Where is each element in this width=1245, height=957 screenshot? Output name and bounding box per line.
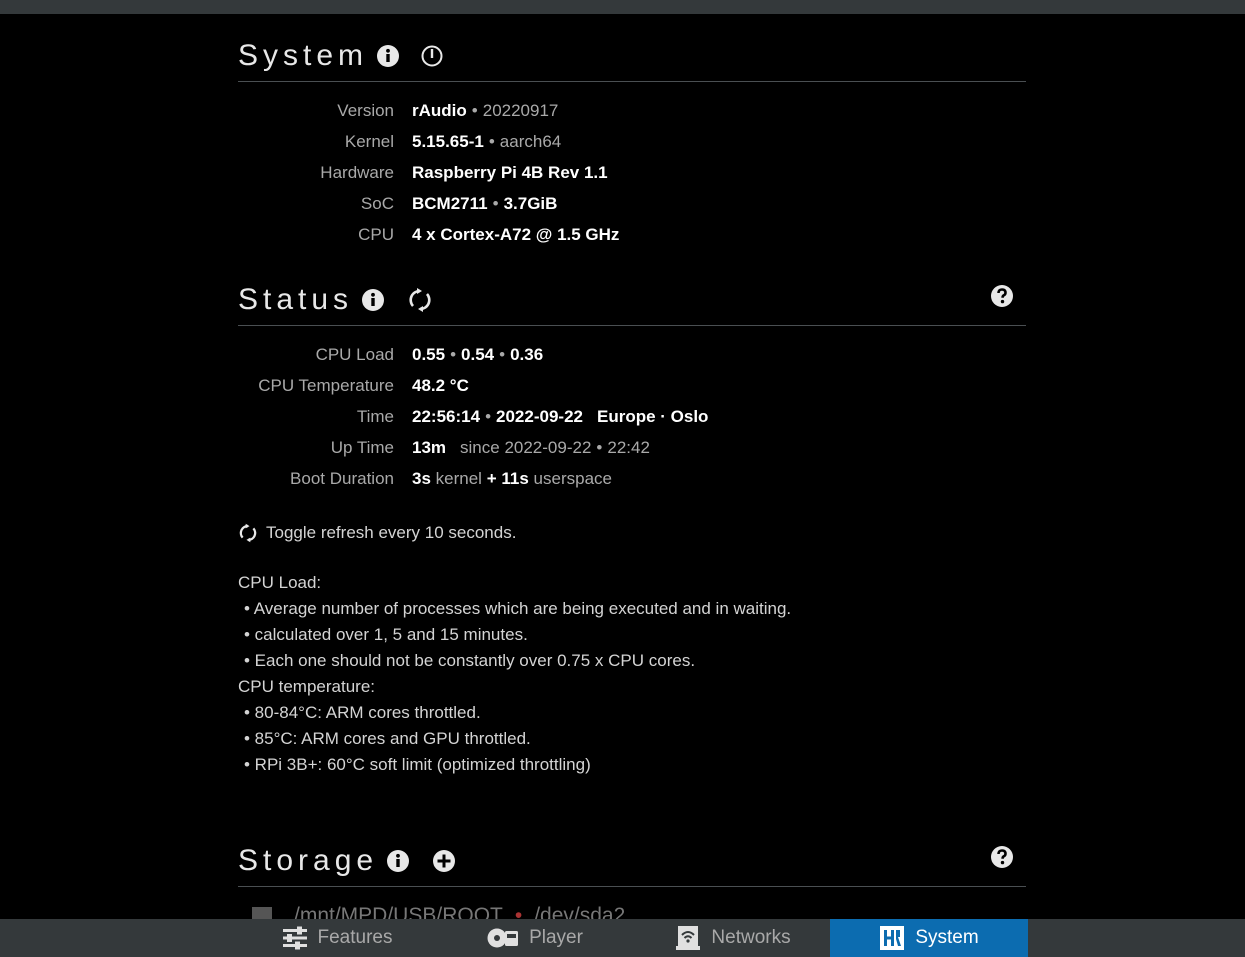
load-5m: 0.54: [461, 344, 495, 364]
boot-user-text: userspace: [533, 468, 612, 488]
cpu-value: 4 x Cortex-A72 @ 1.5 GHz: [412, 224, 620, 244]
uptime-row: Up Time 13m since 2022-09-22 • 22:42: [238, 432, 1026, 463]
help-item: • Average number of processes which are …: [244, 599, 792, 618]
uptime-label: Up Time: [330, 437, 394, 457]
power-icon[interactable]: [420, 44, 444, 68]
boot-row: Boot Duration 3s kernel + 11s userspace: [238, 463, 1026, 494]
version-number: 20220917: [482, 100, 559, 120]
sliders-icon: [282, 926, 307, 950]
uptime-since-time: 22:42: [607, 437, 650, 457]
uptime-value: 13m: [412, 437, 447, 457]
network-icon: [676, 926, 701, 950]
time-date: 2022-09-22: [496, 406, 583, 426]
help-item: • RPi 3B+: 60°C soft limit (optimized th…: [244, 755, 591, 774]
tab-features-label: Features: [317, 927, 393, 948]
time-clock: 22:56:14: [412, 406, 481, 426]
time-label: Time: [356, 406, 394, 426]
cpu-load-row: CPU Load 0.55 • 0.54 • 0.36: [238, 339, 1026, 370]
load-15m: 0.36: [510, 344, 544, 364]
boot-plus: +: [486, 468, 497, 488]
help-item: • 80-84°C: ARM cores throttled.: [244, 703, 481, 722]
hardware-value: Raspberry Pi 4B Rev 1.1: [412, 162, 608, 182]
soc-memory: 3.7GiB: [503, 193, 558, 213]
tab-networks-label: Networks: [711, 927, 791, 948]
info-icon[interactable]: [376, 44, 400, 68]
time-row: Time 22:56:14 • 2022-09-22 Europe · Oslo: [238, 401, 1026, 432]
kernel-version: 5.15.65-1: [412, 131, 484, 151]
status-title: Status: [238, 282, 354, 316]
version-label: Version: [337, 100, 394, 120]
system-title: System: [238, 38, 369, 72]
help-heading-cpu-load: CPU Load:: [238, 573, 322, 592]
cpu-temp-label: CPU Temperature: [258, 375, 394, 395]
hardware-row: Hardware Raspberry Pi 4B Rev 1.1: [238, 157, 1026, 188]
info-icon[interactable]: [386, 849, 410, 873]
refresh-icon: [238, 523, 258, 543]
info-icon[interactable]: [361, 288, 385, 312]
load-1m: 0.55: [412, 344, 446, 364]
tab-features[interactable]: Features: [238, 919, 436, 957]
player-icon: [487, 928, 519, 948]
refresh-icon[interactable]: [407, 287, 433, 313]
tab-networks[interactable]: Networks: [634, 919, 832, 957]
boot-kernel-value: 3s: [412, 468, 431, 488]
settings-content: System Version rAudio • 20220917 Kernel 5.…: [238, 30, 1026, 887]
kernel-row: Kernel 5.15.65-1 • aarch64: [238, 126, 1026, 157]
soc-row: SoC BCM2711 • 3.7GiB: [238, 188, 1026, 219]
boot-user-value: 11s: [501, 468, 529, 488]
system-info-list: Version rAudio • 20220917 Kernel 5.15.65-1…: [238, 95, 1026, 250]
help-heading-cpu-temp: CPU temperature:: [238, 677, 375, 696]
cpu-label: CPU: [358, 224, 394, 244]
tab-system-label: System: [915, 927, 979, 948]
cpu-load-label: CPU Load: [315, 344, 394, 364]
storage-header: Storage: [238, 835, 1026, 887]
system-header: System: [238, 30, 1026, 82]
system-icon: [880, 926, 905, 950]
status-help-text: CPU Load: • Average number of processes …: [238, 570, 1026, 778]
cpu-temp-value: 48.2 °C: [412, 375, 469, 395]
soc-chip: BCM2711: [412, 193, 488, 213]
tab-player-label: Player: [529, 927, 583, 948]
tab-player[interactable]: Player: [436, 919, 634, 957]
storage-title: Storage: [238, 843, 379, 877]
time-zone: Europe · Oslo: [596, 406, 709, 426]
help-item: • calculated over 1, 5 and 15 minutes.: [244, 625, 528, 644]
cpu-temp-row: CPU Temperature 48.2 °C: [238, 370, 1026, 401]
bottom-nav: Features Player Networks System: [0, 919, 1245, 957]
refresh-note: Toggle refresh every 10 seconds.: [238, 523, 1026, 543]
uptime-since: since 2022-09-22: [460, 437, 592, 457]
kernel-arch: aarch64: [499, 131, 562, 151]
help-icon[interactable]: [990, 845, 1014, 874]
top-bar: [0, 0, 1245, 14]
help-item: • 85°C: ARM cores and GPU throttled.: [244, 729, 531, 748]
kernel-label: Kernel: [344, 131, 394, 151]
refresh-note-text: Toggle refresh every 10 seconds.: [266, 523, 517, 542]
boot-kernel-text: kernel: [435, 468, 482, 488]
boot-label: Boot Duration: [290, 468, 394, 488]
soc-label: SoC: [360, 193, 394, 213]
help-item: • Each one should not be constantly over…: [244, 651, 696, 670]
status-list: CPU Load 0.55 • 0.54 • 0.36 CPU Temperature …: [238, 339, 1026, 494]
version-row: Version rAudio • 20220917: [238, 95, 1026, 126]
hardware-label: Hardware: [320, 162, 394, 182]
help-icon[interactable]: [990, 284, 1014, 313]
tab-system[interactable]: System: [830, 919, 1028, 957]
status-header: Status: [238, 274, 1026, 326]
plus-icon[interactable]: [432, 849, 456, 873]
version-name: rAudio: [412, 100, 467, 120]
cpu-row: CPU 4 x Cortex-A72 @ 1.5 GHz: [238, 219, 1026, 250]
